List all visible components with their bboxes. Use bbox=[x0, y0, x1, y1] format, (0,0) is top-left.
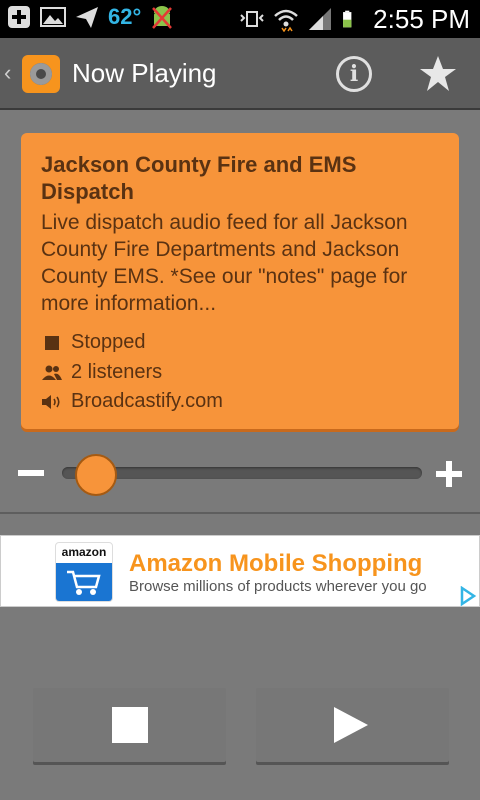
ad-banner[interactable]: amazon Amazon Mobile Shopping Browse mil… bbox=[0, 535, 480, 607]
favorite-star-icon[interactable] bbox=[418, 54, 458, 94]
feed-source: Broadcastify.com bbox=[71, 390, 223, 412]
stopped-icon bbox=[41, 334, 63, 352]
temperature-label: 62° bbox=[108, 4, 142, 29]
feed-source-row: Broadcastify.com bbox=[41, 390, 223, 413]
play-icon bbox=[334, 707, 368, 743]
volume-slider-thumb[interactable] bbox=[75, 454, 118, 496]
feed-listeners-row: 2 listeners bbox=[41, 361, 162, 384]
feed-card[interactable]: Jackson County Fire and EMS Dispatch Liv… bbox=[21, 133, 459, 429]
section-divider bbox=[0, 512, 480, 514]
speaker-icon bbox=[41, 393, 63, 411]
info-icon[interactable]: i bbox=[336, 56, 372, 92]
battery-icon bbox=[343, 10, 352, 28]
ad-subtitle: Browse millions of products wherever you… bbox=[129, 578, 427, 595]
action-bar: ‹ Now Playing i bbox=[0, 38, 480, 110]
image-icon bbox=[40, 7, 66, 27]
feed-listeners: 2 listeners bbox=[71, 361, 163, 383]
back-chevron-icon[interactable]: ‹ bbox=[4, 60, 11, 86]
volume-up-icon[interactable] bbox=[436, 461, 462, 487]
app-logo-icon[interactable] bbox=[22, 55, 60, 93]
adchoices-icon[interactable] bbox=[456, 586, 478, 606]
shopping-cart-icon bbox=[67, 570, 101, 595]
android-debug-icon bbox=[152, 6, 173, 29]
send-icon bbox=[76, 7, 98, 28]
vibrate-icon bbox=[240, 11, 264, 27]
status-bar: 62° 2:55 PM bbox=[0, 0, 480, 38]
add-notification-icon bbox=[8, 6, 30, 28]
signal-icon bbox=[309, 8, 332, 30]
page-title: Now Playing bbox=[72, 58, 217, 88]
stop-icon bbox=[112, 707, 148, 743]
stop-button[interactable] bbox=[33, 688, 226, 762]
wifi-icon bbox=[274, 9, 299, 32]
listeners-icon bbox=[41, 364, 63, 382]
status-bar-system: 2:55 PM bbox=[239, 0, 470, 38]
feed-title: Jackson County Fire and EMS Dispatch bbox=[41, 152, 357, 204]
amazon-logo-text: amazon bbox=[61, 545, 107, 559]
ad-title: Amazon Mobile Shopping bbox=[129, 550, 423, 577]
feed-description: Live dispatch audio feed for all Jackson… bbox=[41, 211, 408, 315]
status-bar-notifications: 62° bbox=[6, 4, 175, 30]
volume-down-icon[interactable] bbox=[18, 470, 44, 476]
play-button[interactable] bbox=[256, 688, 449, 762]
clock-label: 2:55 PM bbox=[373, 3, 470, 34]
feed-status: Stopped bbox=[71, 331, 146, 353]
amazon-app-logo: amazon bbox=[55, 542, 113, 602]
feed-status-row: Stopped bbox=[41, 331, 146, 354]
